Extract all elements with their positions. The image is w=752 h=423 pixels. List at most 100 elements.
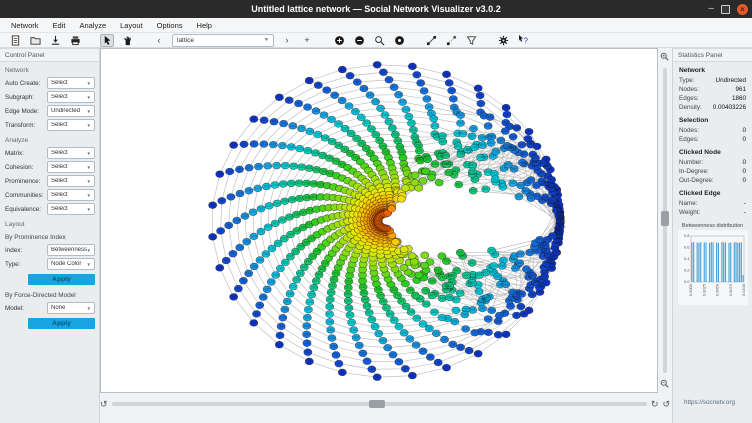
close-button[interactable]: × (737, 4, 748, 15)
add-node-button[interactable] (332, 34, 346, 47)
row-transform: Transform:Select▼ (0, 118, 99, 132)
mini-chart-title: Betweenness distribution (677, 223, 748, 229)
select-value-matrix: Select (51, 150, 68, 156)
zoom-slider-track[interactable] (663, 68, 667, 373)
menu-network[interactable]: Network (4, 18, 46, 32)
label-equivalence: Equivalence: (5, 206, 45, 213)
select-value-prominence: Select (51, 178, 68, 184)
group-layout: Layout (0, 216, 99, 230)
help-whats-this-button[interactable]: ? (516, 34, 530, 47)
socnetv-link[interactable]: https://socnetv.org (684, 399, 735, 406)
menu-edit[interactable]: Edit (46, 18, 73, 32)
menu-options[interactable]: Options (150, 18, 190, 32)
row-subgraph: Subgraph:Select▼ (0, 90, 99, 104)
stat-label-nodes: Nodes: (679, 127, 699, 134)
select-edge-mode[interactable]: Undirected▼ (47, 105, 95, 117)
chevron-down-icon: ▼ (87, 151, 91, 156)
statistics-panel: Statistics Panel NetworkType:UndirectedN… (672, 48, 752, 423)
previous-relation-button[interactable]: ‹ (152, 34, 166, 47)
chevron-down-icon: ▼ (87, 207, 91, 212)
select-type[interactable]: Node Color▼ (47, 258, 95, 270)
zoom-in-icon[interactable] (660, 48, 669, 66)
group-network: Network (0, 62, 99, 76)
menu-analyze[interactable]: Analyze (72, 18, 113, 32)
stat-row-density: Density:0.00403226 (673, 103, 752, 112)
rotate-slider-handle[interactable] (369, 400, 385, 408)
rotate-left-icon[interactable]: ↺ (100, 398, 108, 410)
apply-button-by-force-directed-model[interactable]: Apply (28, 318, 95, 329)
app-window: Untitled lattice network — Social Networ… (0, 0, 752, 423)
titlebar: Untitled lattice network — Social Networ… (0, 0, 752, 18)
label-transform: Transform: (5, 122, 45, 129)
row-communities: Communities:Select▼ (0, 188, 99, 202)
select-index[interactable]: Betweenness Cen▼ (47, 244, 95, 256)
row-type: Type:Node Color▼ (0, 257, 99, 271)
add-relation-button[interactable]: + (300, 34, 314, 47)
label-matrix: Matrix: (5, 150, 45, 157)
chevron-down-icon: ▼ (87, 81, 91, 86)
zoom-out-icon[interactable] (660, 375, 669, 393)
stat-label-name: Name: (679, 200, 698, 207)
label-index: Index: (5, 247, 45, 254)
select-auto-create[interactable]: Select▼ (47, 77, 95, 89)
select-value-edge-mode: Undirected (51, 108, 80, 114)
zoom-slider-handle[interactable] (661, 211, 669, 226)
stat-label-edges: Edges: (679, 136, 699, 143)
stat-section-clicked-node: Clicked Node (673, 144, 752, 158)
stat-row-name: Name:- (673, 199, 752, 208)
stat-label-edges: Edges: (679, 95, 699, 102)
relation-combobox[interactable]: lattice ▼ (172, 34, 274, 47)
stat-row-out-degree: Out-Degree:0 (673, 176, 752, 185)
svg-text:?: ? (524, 37, 529, 46)
label-model: Model: (5, 305, 45, 312)
select-equivalence[interactable]: Select▼ (47, 203, 95, 215)
menubar: NetworkEditAnalyzeLayoutOptionsHelp (0, 18, 752, 33)
add-edge-button[interactable] (424, 34, 438, 47)
select-subgraph[interactable]: Select▼ (47, 91, 95, 103)
label-auto-create: Auto Create: (5, 80, 45, 87)
network-canvas[interactable] (101, 49, 657, 392)
select-communities[interactable]: Select▼ (47, 189, 95, 201)
rotate-slider-row: ↺ ↻ ↺ (100, 397, 670, 411)
open-file-button[interactable] (28, 34, 42, 47)
control-panel: Control Panel NetworkAuto Create:Select▼… (0, 48, 100, 423)
select-transform[interactable]: Select▼ (47, 119, 95, 131)
menu-help[interactable]: Help (190, 18, 219, 32)
chevron-down-icon: ▼ (87, 248, 91, 253)
reset-view-icon[interactable]: ↺ (662, 398, 670, 410)
print-network-button[interactable] (68, 34, 82, 47)
hand-drag-tool-button[interactable] (120, 34, 134, 47)
settings-gear-icon[interactable] (496, 34, 510, 47)
select-value-subgraph: Select (51, 94, 68, 100)
select-cohesion[interactable]: Select▼ (47, 161, 95, 173)
search-node-icon[interactable] (372, 34, 386, 47)
mini-chart-box: Betweenness distribution (673, 223, 752, 305)
stat-value-nodes: 961 (735, 86, 746, 93)
remove-edge-button[interactable] (444, 34, 458, 47)
rotate-slider-track[interactable] (112, 402, 647, 406)
maximize-button[interactable] (721, 5, 730, 14)
save-network-button[interactable] (48, 34, 62, 47)
select-model[interactable]: None▼ (47, 302, 95, 314)
pointer-tool-button[interactable] (100, 34, 114, 47)
stat-label-type: Type: (679, 77, 694, 84)
row-prominence: Prominence:Select▼ (0, 174, 99, 188)
label-subgraph: Subgraph: (5, 94, 45, 101)
row-auto-create: Auto Create:Select▼ (0, 76, 99, 90)
chevron-down-icon: ▼ (87, 179, 91, 184)
minimize-button[interactable]: – (708, 4, 714, 14)
new-network-button[interactable] (8, 34, 22, 47)
apply-button-by-prominence-index[interactable]: Apply (28, 274, 95, 285)
next-relation-button[interactable]: › (280, 34, 294, 47)
stat-label-weight: Weight: (679, 209, 700, 216)
filter-edges-button[interactable] (464, 34, 478, 47)
remove-node-button[interactable] (352, 34, 366, 47)
select-prominence[interactable]: Select ▼ (47, 175, 95, 187)
select-matrix[interactable]: Select ▼ (47, 147, 95, 159)
menu-layout[interactable]: Layout (113, 18, 150, 32)
select-value-cohesion: Select (51, 164, 68, 170)
node-properties-button[interactable] (392, 34, 406, 47)
rotate-right-icon[interactable]: ↻ (651, 398, 659, 410)
row-model: Model:None▼ (0, 301, 99, 315)
stat-label-number: Number: (679, 159, 703, 166)
